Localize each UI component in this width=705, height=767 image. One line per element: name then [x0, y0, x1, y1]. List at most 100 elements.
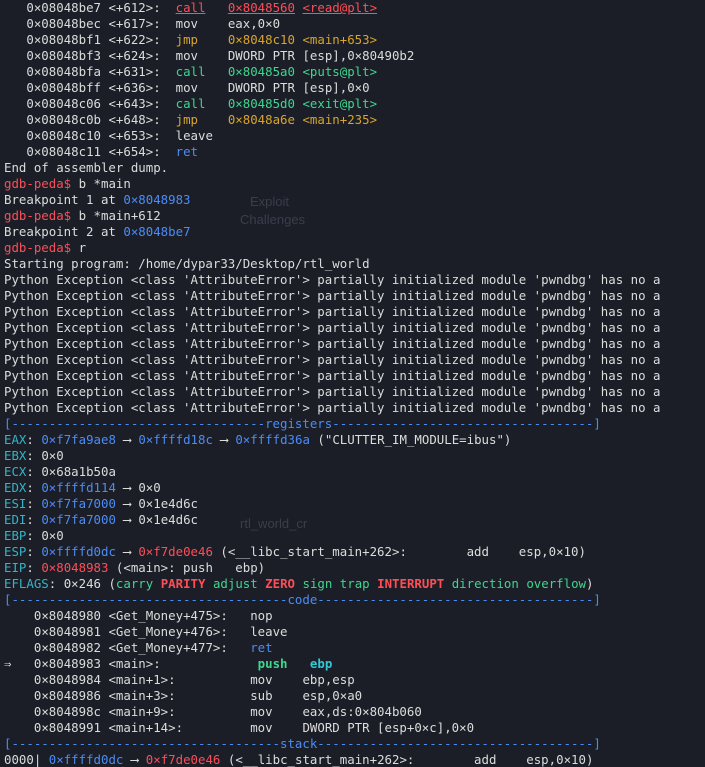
register-eip: EIP: 0×8048983 (<main>: push ebp): [4, 560, 266, 575]
instruction-operand: 0×8048560: [227, 0, 295, 15]
code-symbol: <Get_Money+477>:: [108, 640, 228, 655]
instruction-address: 0×08048bec: [26, 16, 101, 31]
register-name: ECX: [4, 464, 27, 479]
register-name: EAX: [4, 432, 27, 447]
arrow-icon: ⟶: [220, 432, 228, 447]
instruction-mnemonic: mov: [175, 80, 198, 95]
code-line: 0×8048981 <Get_Money+476>: leave: [4, 624, 288, 640]
register-name: ESP: [4, 544, 27, 559]
instruction-address: 0×08048bf3: [26, 48, 101, 63]
instruction-mnemonic: mov: [175, 16, 198, 31]
instruction-annotation: (<__libc_start_main+262>: add esp,0×10): [227, 752, 594, 767]
pointer-value: 0×f7de0e46: [138, 544, 213, 559]
instruction-address: 0×08048c10: [26, 128, 101, 143]
code-symbol: <main>:: [108, 656, 161, 671]
breakpoint-line: Breakpoint 2 at 0×8048be7: [4, 224, 191, 240]
instruction-offset: <+653>:: [108, 128, 161, 143]
register-value: 0×0: [41, 448, 64, 463]
pointer-value: 0×ffffd36a: [235, 432, 310, 447]
register-name: EFLAGS: [4, 576, 49, 591]
register-value: 0×246: [63, 576, 101, 591]
flag-sign: sign: [302, 576, 333, 591]
code-address: 0×804898c: [33, 704, 101, 719]
disasm-line: 0×08048bff <+636>: mov DWORD PTR [esp],0…: [4, 80, 370, 96]
code-symbol: <Get_Money+475>:: [108, 608, 228, 623]
registers-section-divider: [----------------------------------regis…: [4, 416, 601, 431]
instruction-address: 0×08048c11: [26, 144, 101, 159]
flag-trap: trap: [339, 576, 370, 591]
register-value: 0×f7fa9ae8: [41, 432, 116, 447]
code-symbol: <main+9>:: [108, 704, 176, 719]
code-operand: eax,ds:0×804b060: [302, 704, 422, 719]
command-line: gdb-peda$ b *main+612: [4, 208, 161, 224]
code-address: 0×8048984: [33, 672, 101, 687]
disasm-line: 0×08048c10 <+653>: leave: [4, 128, 213, 144]
instruction-offset: <+624>:: [108, 48, 161, 63]
code-mnemonic: nop: [250, 608, 273, 623]
register-ecx: ECX: 0×68a1b50a: [4, 464, 116, 479]
desktop-icon-label: Challenges: [240, 212, 306, 227]
command-text: b *main+612: [71, 208, 161, 223]
register-edi: EDI: 0×f7fa7000 ⟶ 0×1e4d6c: [4, 512, 199, 527]
symbol-reference: <exit@plt>: [302, 96, 378, 111]
instruction-mnemonic: call: [175, 0, 206, 15]
code-address: 0×8048981: [33, 624, 101, 639]
pointer-value: 0×1e4d6c: [138, 496, 199, 511]
breakpoint-label: Breakpoint 2 at: [4, 224, 124, 239]
instruction-annotation: (<main>: push ebp): [115, 560, 266, 575]
instruction-mnemonic: jmp: [175, 112, 198, 127]
register-edx: EDX: 0×ffffd114 ⟶ 0×0: [4, 480, 161, 495]
instruction-operand: 0×8048a6e: [227, 112, 295, 127]
code-line: 0×804898c <main+9>: mov eax,ds:0×804b060: [4, 704, 422, 720]
instruction-operand: eax,0×0: [227, 16, 281, 31]
exception-line: Python Exception <class 'AttributeError'…: [4, 384, 661, 399]
current-instruction-marker: [4, 672, 26, 687]
instruction-mnemonic: call: [175, 96, 206, 111]
command-line: gdb-peda$ r: [4, 240, 86, 256]
current-instruction-marker: [4, 640, 26, 655]
exception-line: Python Exception <class 'AttributeError'…: [4, 368, 661, 383]
code-section-divider: [-------------------------------------co…: [4, 592, 601, 607]
breakpoint-address: 0×8048983: [123, 192, 191, 207]
register-value: 0×ffffd114: [41, 480, 116, 495]
flag-carry: carry: [115, 576, 154, 591]
register-ebx: EBX: 0×0: [4, 448, 64, 463]
code-mnemonic: sub: [250, 688, 273, 703]
code-operand: DWORD PTR [esp+0×c],0×0: [302, 720, 475, 735]
code-line: 0×8048991 <main+14>: mov DWORD PTR [esp+…: [4, 720, 474, 736]
code-line: ⇒ 0×8048983 <main>: push ebp: [4, 656, 332, 672]
flag-overflow: overflow: [526, 576, 587, 591]
arrow-icon: ⟶: [123, 544, 131, 559]
register-ebp: EBP: 0×0: [4, 528, 64, 543]
instruction-operand: DWORD PTR [esp],0×0: [227, 80, 370, 95]
register-value: 0×0: [41, 528, 64, 543]
disasm-line: 0×08048c06 <+643>: call 0×80485d0 <exit@…: [4, 96, 377, 112]
instruction-operand: DWORD PTR [esp],0×80490b2: [227, 48, 415, 63]
exception-line: Python Exception <class 'AttributeError'…: [4, 272, 661, 287]
code-operand: ebp: [309, 656, 333, 671]
code-symbol: <Get_Money+476>:: [108, 624, 228, 639]
code-line: 0×8048984 <main+1>: mov ebp,esp: [4, 672, 355, 688]
instruction-mnemonic: ret: [175, 144, 198, 159]
terminal-window[interactable]: Exploit Challenges rtl_world_cr 0×08048b…: [0, 0, 705, 767]
gdb-prompt: gdb-peda$: [4, 240, 72, 255]
register-value: 0×f7fa7000: [41, 496, 116, 511]
exception-line: Python Exception <class 'AttributeError'…: [4, 352, 661, 367]
register-name: ESI: [4, 496, 27, 511]
instruction-offset: <+654>:: [108, 144, 161, 159]
stack-section-divider: [------------------------------------sta…: [4, 736, 601, 751]
command-line: gdb-peda$ b *main: [4, 176, 131, 192]
current-instruction-marker: [4, 688, 26, 703]
code-mnemonic: mov: [250, 720, 273, 735]
register-name: EBP: [4, 528, 27, 543]
instruction-offset: <+643>:: [108, 96, 161, 111]
code-line: 0×8048982 <Get_Money+477>: ret: [4, 640, 273, 656]
code-operand: esp,0×a0: [302, 688, 363, 703]
code-symbol: <main+3>:: [108, 688, 176, 703]
code-line: 0×8048980 <Get_Money+475>: nop: [4, 608, 273, 624]
register-eax: EAX: 0×f7fa9ae8 ⟶ 0×ffffd18c ⟶ 0×ffffd36…: [4, 432, 512, 447]
exception-line: Python Exception <class 'AttributeError'…: [4, 336, 661, 351]
disasm-line: 0×08048c11 <+654>: ret: [4, 144, 198, 160]
arrow-icon: ⟶: [123, 432, 131, 447]
exception-line: Python Exception <class 'AttributeError'…: [4, 320, 661, 335]
